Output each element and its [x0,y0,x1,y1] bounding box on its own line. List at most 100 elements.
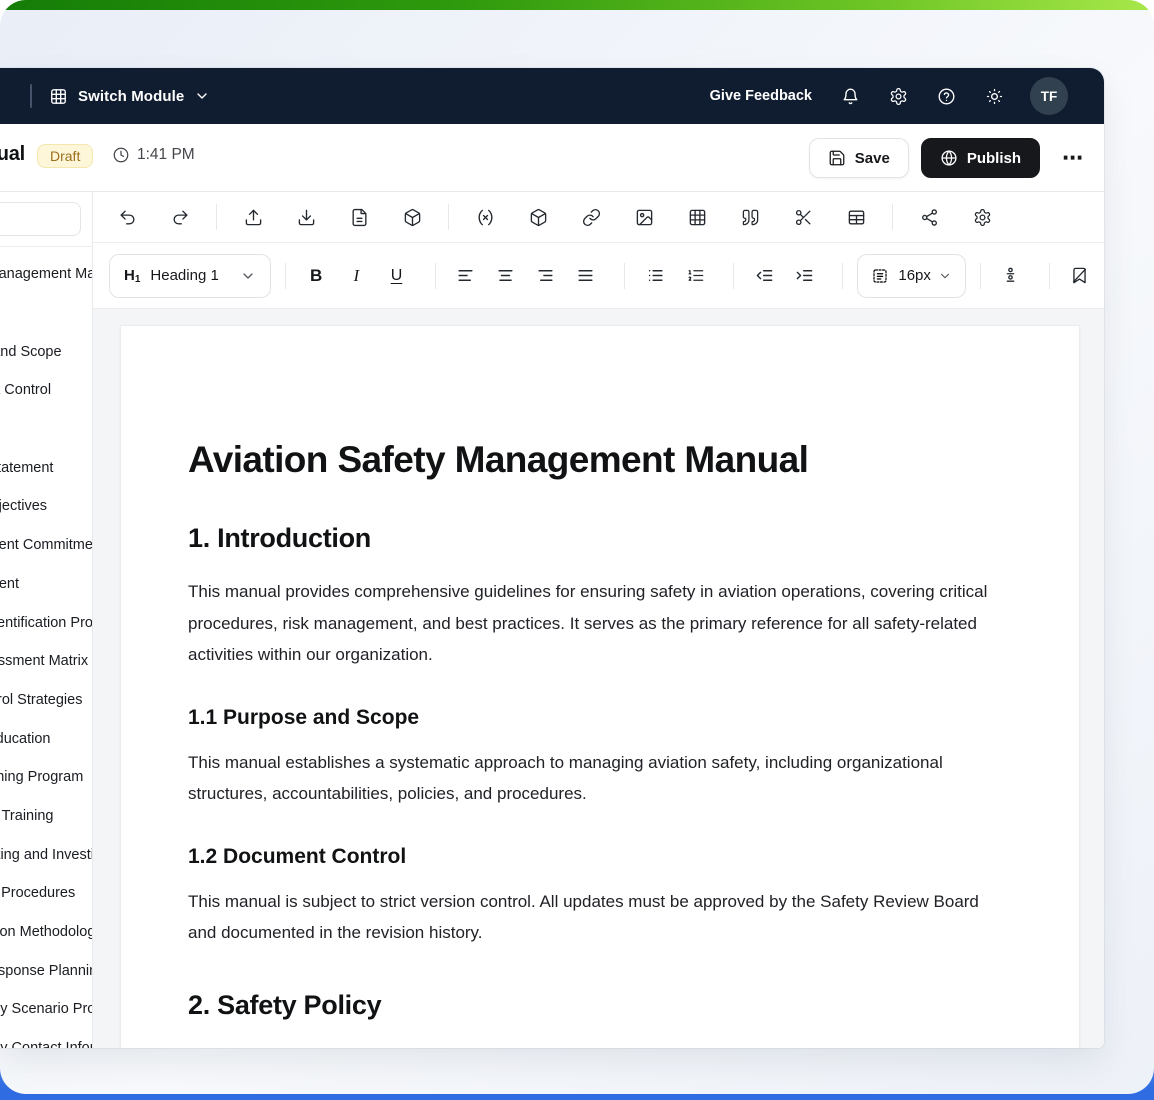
document-block-text: 1. Introduction [188,523,371,553]
outline-item-label: 5.2 Investigation Methodology [0,924,93,940]
outline-item[interactable]: 4.2 Recurrent Training [0,797,93,836]
share-button[interactable] [911,199,947,235]
outline-item[interactable]: 6. Emergency Response Planning [0,951,93,990]
last-saved-time: 1:41 PM [112,146,195,164]
more-menu-button[interactable]: ⋯ [1056,146,1090,171]
font-size-box-icon [871,267,889,285]
outline-item[interactable]: 6.2 Emergency Contact Information [0,1029,93,1048]
bold-button[interactable]: B [300,258,332,294]
align-left-button[interactable] [449,258,481,294]
outline-item[interactable]: 2. Safety Policy [0,410,93,449]
scissors-button[interactable] [785,199,821,235]
outline-item[interactable]: 2.1 Mission Statement [0,448,93,487]
app-viewport: Switch Module Give Feedback [0,0,1154,1094]
editor-body: Aviation Safety Management Manual 1. Int… [0,192,1104,1048]
font-size-dropdown[interactable]: 16px [857,254,966,298]
upload-button[interactable] [235,199,271,235]
grid-module-icon [49,87,68,106]
align-center-button[interactable] [490,258,522,294]
help-icon[interactable] [937,87,956,106]
undo-button[interactable] [109,199,145,235]
give-feedback-button[interactable]: Give Feedback [710,88,812,104]
publish-button[interactable]: Publish [921,138,1040,178]
outline-item[interactable]: 3. Risk Management [0,565,93,604]
top-nav: Switch Module Give Feedback [0,68,1104,124]
file-text-button[interactable] [341,199,377,235]
bullet-list-button[interactable] [639,258,671,294]
outline-item[interactable]: 5.2 Investigation Methodology [0,913,93,952]
toolbar-separator [448,204,449,230]
search-input[interactable] [0,202,81,236]
chevron-down-icon [240,268,256,284]
document-block: This manual provides comprehensive guide… [188,576,994,671]
outline-item[interactable]: 1. Introduction [0,294,93,333]
bookmark-off-button[interactable] [1064,258,1096,294]
toolbar-separator [842,263,843,289]
outline-item[interactable]: 2.2 Safety Objectives [0,487,93,526]
toolbar-separator [435,263,436,289]
document-page[interactable]: Aviation Safety Management Manual 1. Int… [120,325,1080,1048]
outline-item[interactable]: 3.2 Risk Assessment Matrix [0,642,93,681]
outline-item[interactable]: 2.3 Management Commitment [0,526,93,565]
save-button[interactable]: Save [809,138,909,178]
theme-sun-icon[interactable] [985,87,1004,106]
heading1-icon: H1 [124,267,140,285]
outline-item[interactable]: 4. Training and Education [0,719,93,758]
outline-item-label: 5. Incident Reporting and Investigation [0,847,93,863]
avatar[interactable]: TF [1030,77,1068,115]
outline-item[interactable]: 6.1 Emergency Scenario Procedures [0,990,93,1029]
block-spacing-button[interactable] [995,258,1027,294]
link-button[interactable] [573,199,609,235]
document-block: 2. Safety Policy [188,989,1012,1021]
outline-item-label: 6.2 Emergency Contact Information [0,1040,93,1048]
outline-item[interactable]: 4.1 Initial Training Program [0,758,93,797]
document-block-text: 1.2 Document Control [188,845,406,868]
top-accent-bar [0,0,1154,10]
outdent-button[interactable] [748,258,780,294]
variable-button[interactable] [467,199,503,235]
outline-item[interactable]: 1.2 Document Control [0,371,93,410]
doc-actions: Save Publish ⋯ [809,138,1090,178]
toolbar-separator [1049,263,1050,289]
gear-icon[interactable] [889,87,908,106]
grid-button[interactable] [679,199,715,235]
nav-divider [30,84,32,108]
bell-icon[interactable] [841,87,860,106]
align-justify-button[interactable] [570,258,602,294]
switch-module-button[interactable]: Switch Module [49,87,210,106]
component-box-button[interactable] [520,199,556,235]
align-right-button[interactable] [530,258,562,294]
outline-item-label: Aviation Safety Management Manual [0,266,93,282]
document-block: Aviation Safety Management Manual [188,438,1012,482]
download-button[interactable] [288,199,324,235]
underline-button[interactable]: U [380,258,412,294]
editor-canvas: Aviation Safety Management Manual 1. Int… [93,309,1104,1048]
box-button[interactable] [394,199,430,235]
doc-title: Aviation Safety Management Manual [0,143,25,166]
heading-style-dropdown[interactable]: H1 Heading 1 [109,254,271,298]
outline-item[interactable]: 5.1 Reporting Procedures [0,874,93,913]
settings-button[interactable] [964,199,1000,235]
outline-item[interactable]: 5. Incident Reporting and Investigation [0,835,93,874]
document-block-text: 1.1 Purpose and Scope [188,706,419,729]
outline-item[interactable]: 3.1 Hazard Identification Process [0,603,93,642]
outline-item[interactable]: Aviation Safety Management Manual [0,255,93,294]
indent-button[interactable] [788,258,820,294]
outline-item[interactable]: 1.1 Purpose and Scope [0,332,93,371]
image-button[interactable] [626,199,662,235]
outline-item-label: 6. Emergency Response Planning [0,963,93,979]
save-label: Save [855,150,890,167]
outline-item-label: 2.3 Management Commitment [0,537,93,553]
toolbar-separator [624,263,625,289]
italic-button[interactable]: I [340,258,372,294]
quote-button[interactable] [732,199,768,235]
redo-button[interactable] [162,199,198,235]
outline-item[interactable]: 3.3 Risk Control Strategies [0,681,93,720]
table-button[interactable] [838,199,874,235]
format-toolbar: H1 Heading 1 B I U [93,243,1104,309]
outline-item-label: 1.2 Document Control [0,382,51,398]
main-column: H1 Heading 1 B I U [93,192,1104,1048]
clock-icon [112,146,130,164]
ordered-list-button[interactable] [679,258,711,294]
chevron-down-icon [938,269,952,283]
